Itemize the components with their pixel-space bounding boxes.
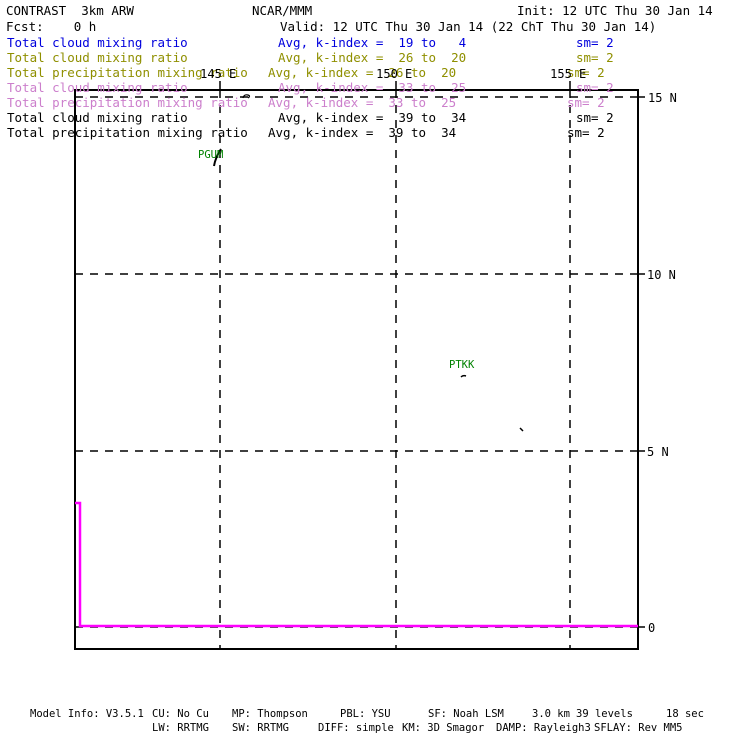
lon-tick-label: 145 E — [200, 68, 236, 80]
lon-tick-label: 150 E — [376, 68, 412, 80]
legend-stat: Avg, k-index = 33 to 25 — [278, 82, 466, 95]
footer-segment: MP: Thompson — [232, 709, 308, 720]
map-frame — [75, 90, 638, 649]
footer-segment: DAMP: Rayleigh3 — [496, 723, 591, 734]
station-label-ptkk: PTKK — [449, 360, 474, 371]
lat-tick-label: 15 N — [648, 92, 677, 104]
legend-label: Total cloud mixing ratio — [7, 112, 188, 125]
legend-stat: Avg, k-index = 26 to 20 — [278, 52, 466, 65]
footer-segment: KM: 3D Smagor — [402, 723, 484, 734]
legend-stat: Avg, k-index = 39 to 34 — [268, 127, 456, 140]
valid-time: Valid: 12 UTC Thu 30 Jan 14 (22 ChT Thu … — [280, 21, 656, 34]
footer-segment: CU: No Cu — [152, 709, 209, 720]
legend-row: Total cloud mixing ratio Avg, k-index = … — [0, 82, 740, 96]
footer-segment: LW: RRTMG — [152, 723, 209, 734]
legend-label: Total precipitation mixing ratio — [7, 127, 248, 140]
legend-row: Total precipitation mixing ratio Avg, k-… — [0, 97, 740, 111]
lat-tick-label: 10 N — [647, 269, 676, 281]
footer-segment: SFLAY: Rev MM5 — [594, 723, 683, 734]
footer-segment: PBL: YSU — [340, 709, 391, 720]
legend-row: Total cloud mixing ratio Avg, k-index = … — [0, 112, 740, 126]
legend-sm: sm= 2 — [576, 112, 614, 125]
legend-stat: Avg, k-index = 19 to 4 — [278, 37, 466, 50]
center-name: NCAR/MMM — [252, 5, 312, 18]
legend-sm: sm= 2 — [567, 97, 605, 110]
legend-row: Total cloud mixing ratio Avg, k-index = … — [0, 52, 740, 66]
init-time: Init: 12 UTC Thu 30 Jan 14 — [517, 5, 713, 18]
legend-label: Total cloud mixing ratio — [7, 37, 188, 50]
legend-stat: Avg, k-index = 26 to 20 — [268, 67, 456, 80]
plot-canvas: CONTRAST 3km ARW NCAR/MMM Init: 12 UTC T… — [0, 0, 740, 740]
legend-sm: sm= 2 — [576, 52, 614, 65]
legend-label: Total precipitation mixing ratio — [7, 97, 248, 110]
legend-label: Total cloud mixing ratio — [7, 82, 188, 95]
footer-segment: DIFF: simple — [318, 723, 394, 734]
legend-label: Total cloud mixing ratio — [7, 52, 188, 65]
legend-sm: sm= 2 — [576, 37, 614, 50]
legend-row: Total precipitation mixing ratio Avg, k-… — [0, 67, 740, 81]
footer-segment: 18 sec — [666, 709, 704, 720]
legend-stat: Avg, k-index = 33 to 25 — [268, 97, 456, 110]
legend-row: Total precipitation mixing ratio Avg, k-… — [0, 127, 740, 141]
legend-row: Total cloud mixing ratio Avg, k-index = … — [0, 37, 740, 51]
legend-stat: Avg, k-index = 39 to 34 — [278, 112, 466, 125]
footer-segment: Model Info: V3.5.1 — [30, 709, 144, 720]
legend-sm: sm= 2 — [576, 82, 614, 95]
lon-tick-label: 155 E — [550, 68, 586, 80]
legend-sm: sm= 2 — [567, 127, 605, 140]
footer-segment: 3.0 km — [532, 709, 570, 720]
island-chuuk-icon — [461, 376, 466, 377]
mixing-ratio-trace — [75, 503, 638, 626]
footer-segment: SW: RRTMG — [232, 723, 289, 734]
station-label-pgum: PGUM — [198, 150, 223, 161]
island-small-icon — [520, 428, 523, 431]
footer-segment: 39 levels — [576, 709, 633, 720]
footer-segment: SF: Noah LSM — [428, 709, 504, 720]
lat-tick-label: 5 N — [647, 446, 669, 458]
forecast-hour: Fcst: 0 h — [6, 21, 96, 34]
model-title: CONTRAST 3km ARW — [6, 5, 134, 18]
lat-tick-label: 0 — [648, 622, 655, 634]
